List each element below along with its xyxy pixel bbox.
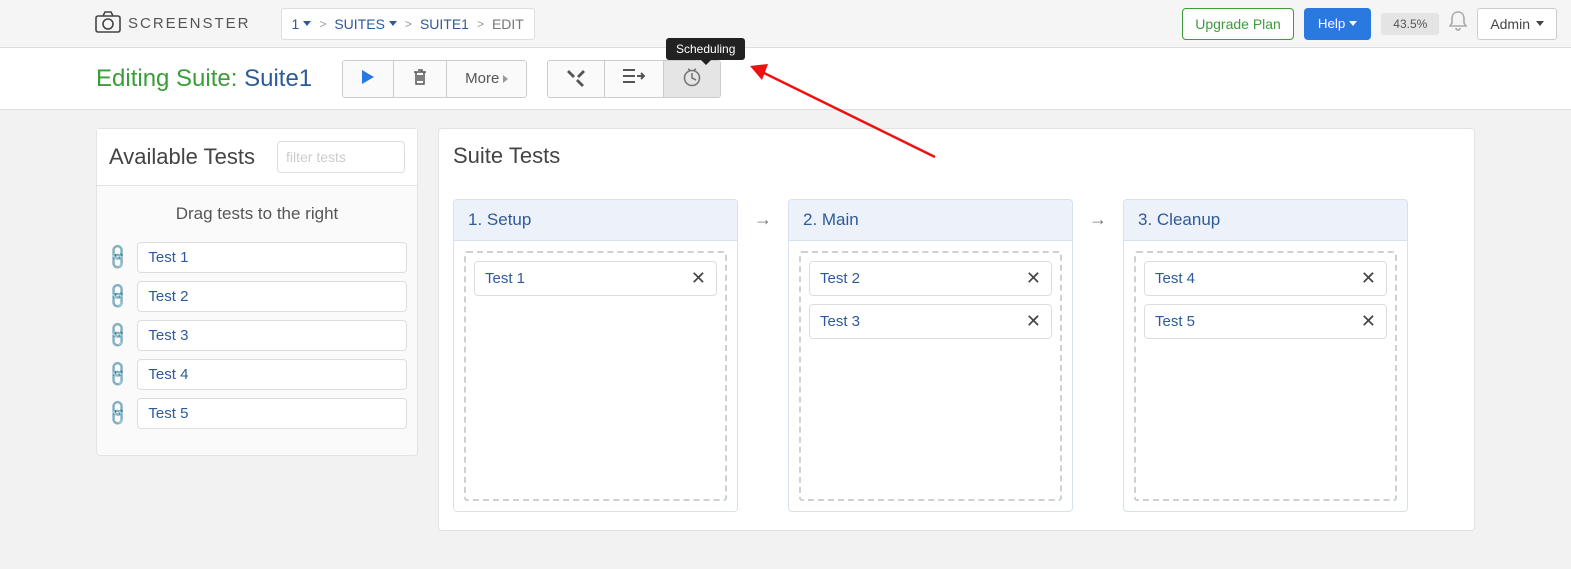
- chevron-right-icon: [503, 75, 508, 83]
- topbar-right: Upgrade Plan Help 43.5% Admin: [1182, 8, 1557, 40]
- available-tests-panel: Available Tests Drag tests to the right …: [96, 128, 418, 456]
- scheduling-button[interactable]: [663, 61, 720, 97]
- drag-hint: Drag tests to the right: [97, 186, 417, 234]
- suite-tests-title: Suite Tests: [453, 143, 1460, 169]
- column-header: 1. Setup: [454, 200, 737, 241]
- list-item: 🔗 Test 5: [107, 398, 407, 429]
- link-icon: 🔗: [103, 281, 134, 312]
- play-icon: [361, 69, 375, 89]
- main-area: Available Tests Drag tests to the right …: [0, 110, 1571, 549]
- more-button[interactable]: More: [446, 61, 526, 97]
- suite-action-group: More: [342, 60, 527, 98]
- filter-tests-input[interactable]: [277, 141, 405, 173]
- settings-button[interactable]: [548, 61, 604, 97]
- suite-test[interactable]: Test 1 ✕: [474, 261, 717, 296]
- suite-toolbar: Scheduling Editing Suite: Suite1 More: [0, 48, 1571, 110]
- remove-test-button[interactable]: ✕: [1026, 268, 1041, 289]
- admin-dropdown[interactable]: Admin: [1477, 8, 1557, 40]
- link-icon: 🔗: [103, 359, 134, 390]
- breadcrumb-sep: >: [477, 17, 484, 31]
- column-header: 3. Cleanup: [1124, 200, 1407, 241]
- breadcrumb: 1 > SUITES > SUITE1 > EDIT: [281, 8, 535, 40]
- clock-icon: [682, 67, 702, 91]
- delete-button[interactable]: [393, 61, 446, 97]
- list-item: 🔗 Test 4: [107, 359, 407, 390]
- column-main: 2. Main Test 2 ✕ Test 3 ✕: [788, 199, 1073, 512]
- bell-icon[interactable]: [1449, 11, 1467, 37]
- usage-percent-badge: 43.5%: [1381, 13, 1439, 35]
- app-name: SCREENSTER: [128, 15, 251, 32]
- topbar: SCREENSTER 1 > SUITES > SUITE1 > EDIT Up…: [0, 0, 1571, 48]
- suite-test[interactable]: Test 5 ✕: [1144, 304, 1387, 339]
- column-dropzone[interactable]: Test 4 ✕ Test 5 ✕: [1134, 251, 1397, 501]
- available-test[interactable]: Test 3: [137, 320, 407, 351]
- column-setup: 1. Setup Test 1 ✕: [453, 199, 738, 512]
- available-test[interactable]: Test 4: [137, 359, 407, 390]
- column-dropzone[interactable]: Test 1 ✕: [464, 251, 727, 501]
- link-icon: 🔗: [103, 398, 134, 429]
- remove-test-button[interactable]: ✕: [1361, 268, 1376, 289]
- column-dropzone[interactable]: Test 2 ✕ Test 3 ✕: [799, 251, 1062, 501]
- arrow-right-icon: →: [748, 199, 778, 230]
- camera-icon: [94, 10, 122, 38]
- scheduling-tooltip: Scheduling: [666, 38, 745, 60]
- help-button[interactable]: Help: [1304, 8, 1371, 40]
- suite-tests-panel: Suite Tests 1. Setup Test 1 ✕ → 2. Main …: [438, 128, 1475, 531]
- available-test[interactable]: Test 1: [137, 242, 407, 273]
- remove-test-button[interactable]: ✕: [1026, 311, 1041, 332]
- editing-suite-label: Editing Suite: Suite1: [96, 65, 312, 93]
- link-icon: 🔗: [103, 242, 134, 273]
- breadcrumb-item-edit: EDIT: [492, 16, 524, 32]
- available-test[interactable]: Test 5: [137, 398, 407, 429]
- tool-group: [547, 60, 721, 98]
- tools-icon: [566, 67, 586, 91]
- play-button[interactable]: [343, 61, 393, 97]
- breadcrumb-sep: >: [405, 17, 412, 31]
- arrow-right-icon: →: [1083, 199, 1113, 230]
- breadcrumb-item-1[interactable]: 1: [292, 16, 312, 32]
- link-icon: 🔗: [103, 320, 134, 351]
- available-list: 🔗 Test 1 🔗 Test 2 🔗 Test 3 🔗 Test 4 🔗 Te…: [97, 242, 417, 455]
- list-item: 🔗 Test 2: [107, 281, 407, 312]
- available-tests-title: Available Tests: [109, 144, 255, 170]
- suite-test[interactable]: Test 3 ✕: [809, 304, 1052, 339]
- suite-test[interactable]: Test 4 ✕: [1144, 261, 1387, 296]
- column-header: 2. Main: [789, 200, 1072, 241]
- breadcrumb-item-suites[interactable]: SUITES: [334, 16, 397, 32]
- export-button[interactable]: [604, 61, 663, 97]
- suite-name: Suite1: [244, 65, 312, 92]
- list-item: 🔗 Test 1: [107, 242, 407, 273]
- suite-columns: 1. Setup Test 1 ✕ → 2. Main Test 2 ✕: [453, 199, 1460, 512]
- list-arrow-icon: [623, 68, 645, 90]
- suite-test[interactable]: Test 2 ✕: [809, 261, 1052, 296]
- remove-test-button[interactable]: ✕: [1361, 311, 1376, 332]
- app-logo[interactable]: SCREENSTER: [94, 10, 251, 38]
- column-cleanup: 3. Cleanup Test 4 ✕ Test 5 ✕: [1123, 199, 1408, 512]
- breadcrumb-item-suite1[interactable]: SUITE1: [420, 16, 469, 32]
- trash-icon: [412, 68, 428, 90]
- breadcrumb-sep: >: [319, 17, 326, 31]
- available-test[interactable]: Test 2: [137, 281, 407, 312]
- list-item: 🔗 Test 3: [107, 320, 407, 351]
- upgrade-plan-button[interactable]: Upgrade Plan: [1182, 8, 1294, 40]
- remove-test-button[interactable]: ✕: [691, 268, 706, 289]
